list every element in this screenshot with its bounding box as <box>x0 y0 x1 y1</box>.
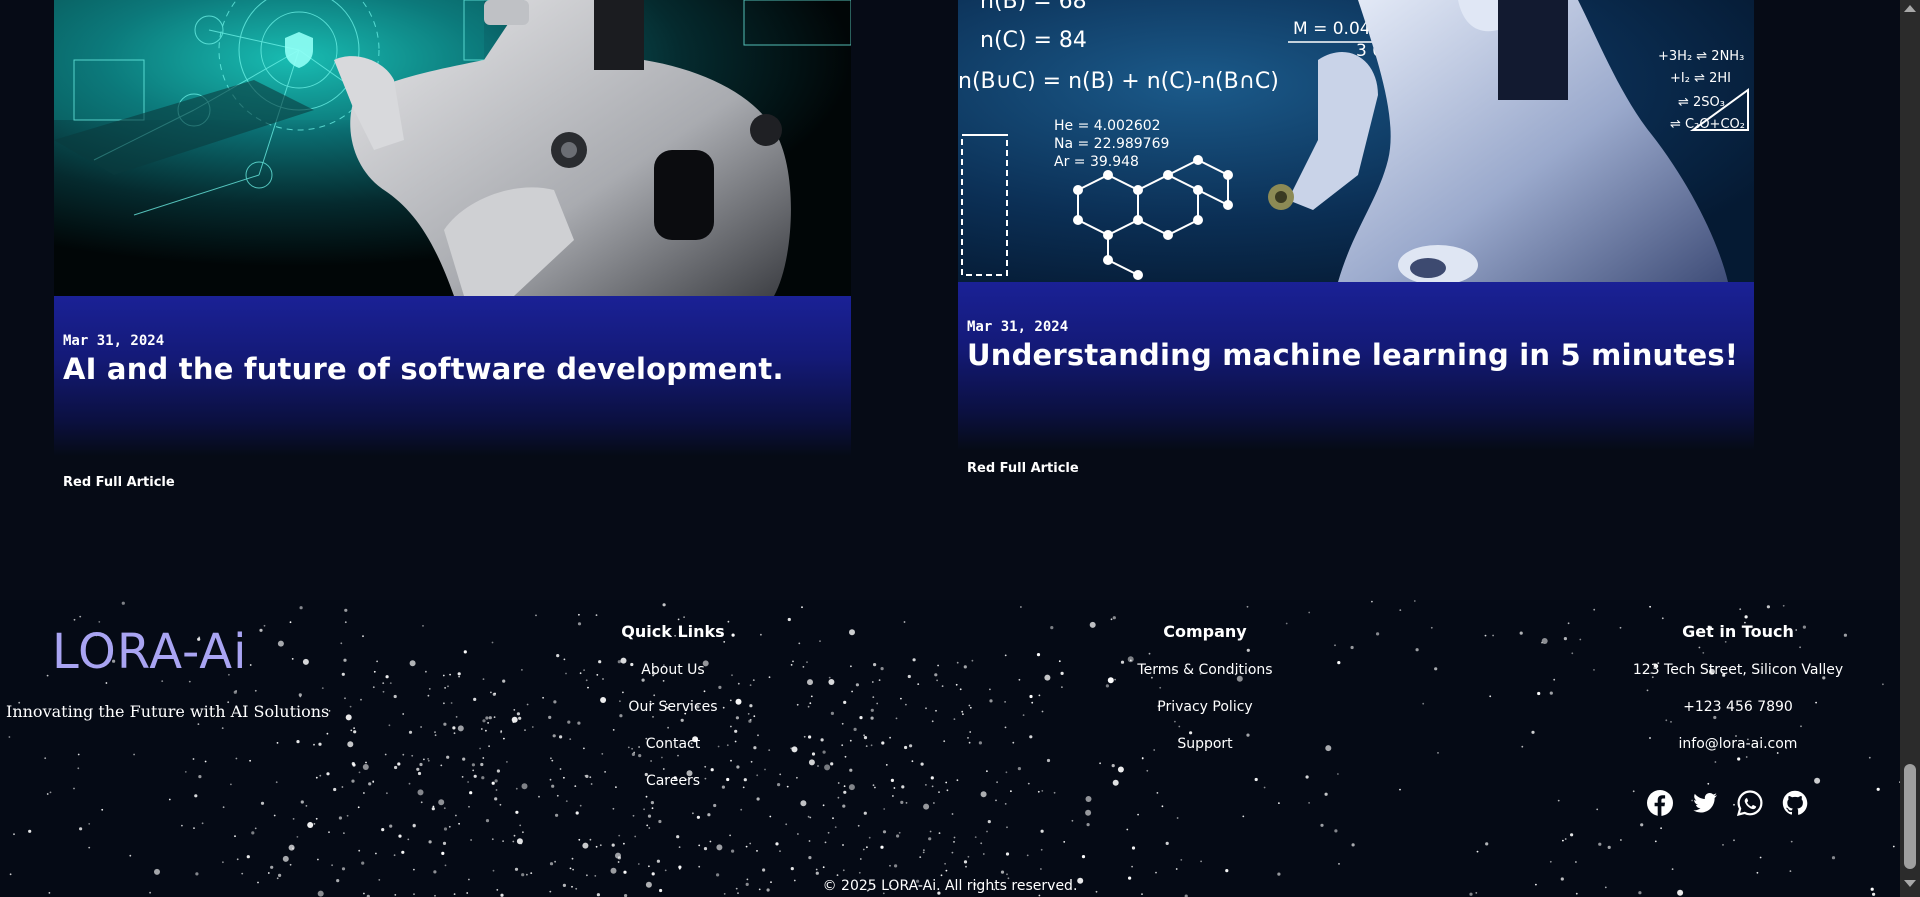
github-icon[interactable] <box>1782 790 1808 816</box>
contact-email[interactable]: info@lora-ai.com <box>1618 736 1858 753</box>
formula-text-3: n(B∪C) = n(B) + n(C)-n(B∩C) <box>958 69 1279 94</box>
formula-text-7: Na = 22.989769 <box>1054 136 1169 152</box>
footer-link-our-services[interactable]: Our Services <box>613 699 733 716</box>
footer: LORA-Ai Innovating the Future with AI So… <box>0 600 1900 897</box>
copyright-text: © 2025 LORA-Ai. All rights reserved. <box>822 878 1078 894</box>
formula-text-8: Ar = 39.948 <box>1054 154 1139 170</box>
article-title-2[interactable]: Understanding machine learning in 5 minu… <box>967 338 1738 372</box>
footer-link-contact[interactable]: Contact <box>613 736 733 753</box>
twitter-icon[interactable] <box>1692 790 1718 816</box>
robot-thinking-image: n(B) = 68 n(C) = 84 n(B∪C) = n(B) + n(C)… <box>958 0 1754 282</box>
formula-text-2: n(C) = 84 <box>980 28 1087 53</box>
scrollbar-thumb[interactable] <box>1904 764 1916 869</box>
page: Mar 31, 2024 AI and the future of softwa… <box>0 0 1900 897</box>
footer-link-about-us[interactable]: About Us <box>613 662 733 679</box>
footer-link-support[interactable]: Support <box>1125 736 1285 753</box>
contact-heading: Get in Touch <box>1682 622 1794 641</box>
article-card-1[interactable]: Mar 31, 2024 AI and the future of softwa… <box>54 0 851 500</box>
formula-text-11: ⇌ 2SO₃ <box>1678 95 1725 110</box>
article-image-2[interactable]: n(B) = 68 n(C) = 84 n(B∪C) = n(B) + n(C)… <box>958 0 1754 282</box>
scroll-down-arrow-icon[interactable] <box>1904 880 1916 887</box>
contact-address: 123 Tech Street, Silicon Valley <box>1632 662 1844 678</box>
contact-phone[interactable]: +123 456 7890 <box>1618 699 1858 716</box>
footer-link-careers[interactable]: Careers <box>613 773 733 790</box>
footer-tagline: Innovating the Future with AI Solutions <box>6 702 330 721</box>
formula-text-1: n(B) = 68 <box>980 0 1087 14</box>
footer-link-terms[interactable]: Terms & Conditions <box>1125 662 1285 679</box>
article-title-1[interactable]: AI and the future of software developmen… <box>63 352 784 386</box>
footer-brand-logo[interactable]: LORA-Ai <box>52 624 247 680</box>
quick-links-column: Quick Links About Us Our Services Contac… <box>613 622 733 810</box>
social-icons <box>1647 790 1808 817</box>
formula-text-6: He = 4.002602 <box>1054 118 1161 134</box>
facebook-icon[interactable] <box>1647 790 1673 816</box>
company-column: Company Terms & Conditions Privacy Polic… <box>1125 622 1285 773</box>
read-full-article-link-2[interactable]: Red Full Article <box>967 461 1079 476</box>
article-date-2: Mar 31, 2024 <box>967 319 1069 335</box>
robot-security-image <box>54 0 851 296</box>
quick-links-heading: Quick Links <box>621 622 725 641</box>
formula-text-9: +3H₂ ⇌ 2NH₃ <box>1658 49 1744 64</box>
scroll-up-arrow-icon[interactable] <box>1904 5 1916 12</box>
starfield-background <box>8 600 1900 897</box>
read-full-article-link-1[interactable]: Red Full Article <box>63 475 175 490</box>
article-image-1[interactable] <box>54 0 851 296</box>
article-body-2: Mar 31, 2024 Understanding machine learn… <box>958 282 1754 450</box>
footer-link-privacy-policy[interactable]: Privacy Policy <box>1125 699 1285 716</box>
formula-text-10: +I₂ ⇌ 2HI <box>1670 71 1731 86</box>
company-heading: Company <box>1163 622 1247 641</box>
article-card-2[interactable]: n(B) = 68 n(C) = 84 n(B∪C) = n(B) + n(C)… <box>958 0 1754 490</box>
vertical-scrollbar[interactable] <box>1900 0 1920 897</box>
article-date-1: Mar 31, 2024 <box>63 333 165 349</box>
contact-column: Get in Touch 123 Tech Street, Silicon Va… <box>1618 622 1858 773</box>
whatsapp-icon[interactable] <box>1736 790 1763 817</box>
article-body-1: Mar 31, 2024 AI and the future of softwa… <box>54 296 851 456</box>
